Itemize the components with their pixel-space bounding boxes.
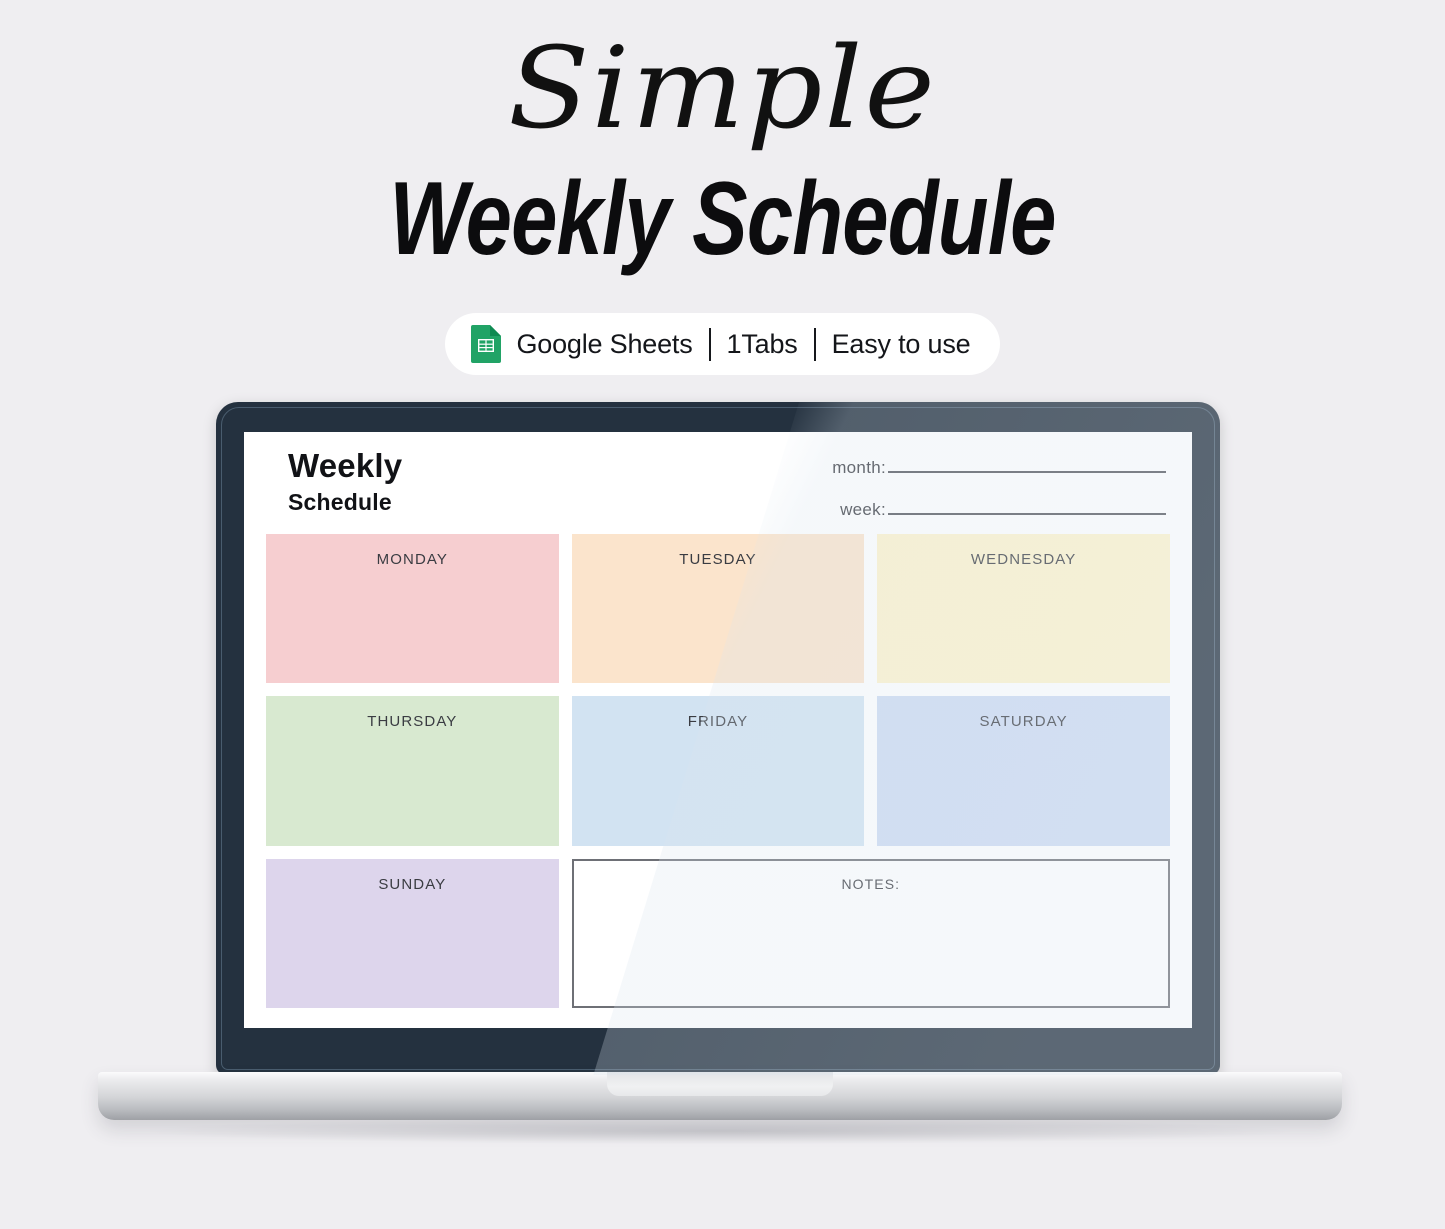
day-label: MONDAY [376, 551, 448, 568]
badge-separator-1 [708, 327, 711, 361]
month-field-input[interactable] [888, 471, 1166, 473]
day-label: SATURDAY [979, 713, 1068, 731]
day-label: WEDNESDAY [970, 551, 1077, 568]
sheet-title-block: Weekly Schedule [288, 447, 403, 519]
badge-ease-label: Easy to use [831, 328, 971, 359]
day-card-sunday[interactable]: SUNDAY [266, 858, 559, 1008]
sheet-header-fields: month: week: [736, 448, 1166, 542]
day-label: SUNDAY [378, 875, 447, 893]
hero-header: Simple Weekly Schedule [0, 0, 1445, 271]
month-field-label: month: [832, 458, 886, 477]
google-sheets-icon [470, 325, 501, 364]
week-field-input[interactable] [888, 513, 1166, 515]
script-word-simple: Simple [508, 24, 937, 154]
laptop-drop-shadow [150, 1118, 1290, 1144]
day-card-monday[interactable]: MONDAY [266, 534, 559, 684]
day-label: FRIDAY [687, 713, 749, 731]
day-label: TUESDAY [679, 551, 757, 568]
sheet-title-line1: Weekly [288, 447, 403, 484]
day-card-saturday[interactable]: SATURDAY [877, 696, 1170, 846]
day-card-wednesday[interactable]: WEDNESDAY [877, 534, 1170, 684]
laptop-lid: Weekly Schedule month: week: MONDAY TUES… [216, 402, 1220, 1075]
sheet-title-line2: Schedule [288, 488, 392, 515]
notes-label: NOTES: [841, 875, 901, 892]
spreadsheet-page: Weekly Schedule month: week: MONDAY TUES… [244, 432, 1192, 1028]
badge-separator-2 [813, 327, 816, 361]
sheet-header: Weekly Schedule month: week: [266, 447, 1170, 534]
day-card-thursday[interactable]: THURSDAY [266, 696, 559, 846]
page-title: Weekly Schedule [389, 161, 1056, 278]
feature-badge: Google Sheets 1Tabs Easy to use [444, 313, 1001, 376]
week-field-label: week: [840, 500, 886, 519]
laptop-base-notch [607, 1072, 833, 1096]
day-label: THURSDAY [367, 713, 458, 731]
laptop-mockup: Weekly Schedule month: week: MONDAY TUES… [0, 402, 1445, 1202]
day-card-tuesday[interactable]: TUESDAY [571, 534, 865, 684]
weekday-grid: MONDAY TUESDAY WEDNESDAY THURSDAY FRIDAY [266, 534, 1170, 1010]
badge-row: Google Sheets 1Tabs Easy to use [0, 313, 1445, 376]
notes-card[interactable]: NOTES: [571, 858, 1170, 1008]
week-field-row: week: [736, 500, 1166, 520]
badge-platform-label: Google Sheets [516, 328, 693, 359]
laptop-screen: Weekly Schedule month: week: MONDAY TUES… [244, 432, 1192, 1028]
month-field-row: month: [736, 458, 1166, 478]
laptop-base [98, 1072, 1342, 1120]
day-card-friday[interactable]: FRIDAY [571, 696, 865, 846]
badge-tabs-label: 1Tabs [726, 328, 798, 359]
